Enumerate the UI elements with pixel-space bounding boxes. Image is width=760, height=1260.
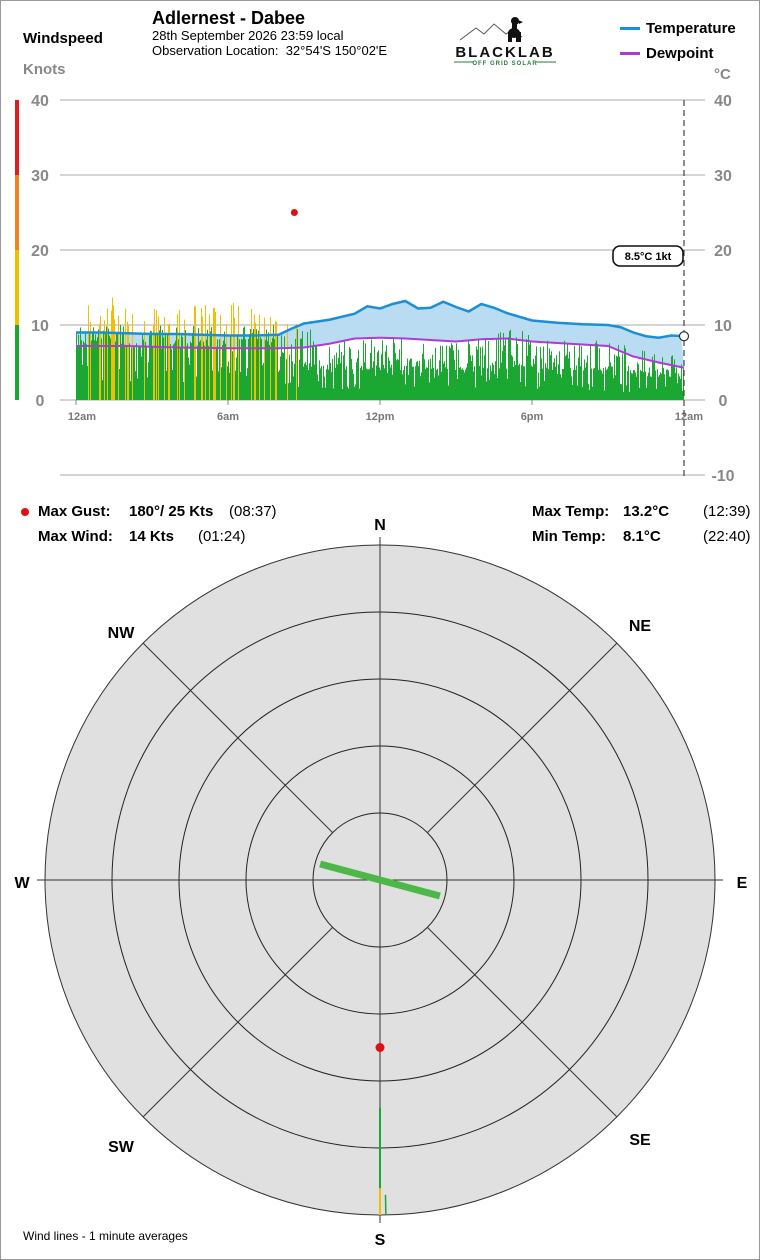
wind-tick-label: 40 (31, 93, 49, 110)
temperature-tick-label: 20 (714, 243, 732, 260)
max-gust-marker-icon (21, 508, 29, 516)
time-tick-label: 6am (217, 411, 239, 423)
max-gust-time: (08:37) (229, 503, 277, 520)
wind-band-30-40 (15, 100, 19, 175)
min-temp-time: (22:40) (703, 528, 751, 545)
wind-tick-label: 0 (36, 393, 45, 410)
max-wind-label: Max Wind: (38, 528, 113, 545)
max-wind-value: 14 Kts (129, 528, 175, 545)
temperature-tick-label: 10 (714, 318, 732, 335)
temperature-tick-label: -10 (711, 468, 734, 485)
time-tick-label: 6pm (521, 411, 544, 423)
temperature-tick-label: 30 (714, 168, 732, 185)
wind-tick-label: 10 (31, 318, 49, 335)
wind-temperature-chart: 010203040 -10010203040 12am 6am 12pm 6pm 12a… (15, 93, 735, 485)
max-gust-label: Max Gust: (38, 503, 111, 520)
chart-markers: 8.5°C 1kt (290, 100, 690, 477)
footnote: Wind lines - 1 minute averages (23, 1229, 188, 1243)
wind-band-20-30 (15, 175, 19, 250)
wind-band-0-10 (15, 325, 19, 400)
max-temp-label: Max Temp: (532, 503, 610, 520)
min-temp-value: 8.1°C (623, 528, 661, 545)
max-wind-time: (01:24) (198, 528, 246, 545)
wind-tick-label: 20 (31, 243, 49, 260)
wind-speed-color-bands (15, 100, 19, 400)
min-temp-label: Min Temp: (532, 528, 606, 545)
max-gust-value: 180°/ 25 Kts (129, 503, 214, 520)
max-gust-point (290, 209, 298, 216)
temperature-axis-ticks: -10 0 10 20 30 40 (711, 93, 734, 485)
time-tick-label: 12am (68, 411, 96, 423)
temperature-tick-label: 0 (719, 393, 728, 410)
time-axis-ticks: 12am 6am 12pm 6pm 12am (68, 400, 703, 423)
current-reading-label: 8.5°C 1kt (625, 251, 672, 263)
wind-tick-label: 30 (31, 168, 49, 185)
wind-band-10-20 (15, 250, 19, 325)
wind-axis-ticks: 0 10 20 30 40 (31, 93, 49, 410)
time-tick-label: 12pm (366, 411, 395, 423)
current-temperature-point (678, 331, 690, 342)
max-temp-value: 13.2°C (623, 503, 670, 520)
temperature-tick-label: 40 (714, 93, 732, 110)
time-tick-label: 12am (675, 411, 703, 423)
max-temp-time: (12:39) (703, 503, 751, 520)
